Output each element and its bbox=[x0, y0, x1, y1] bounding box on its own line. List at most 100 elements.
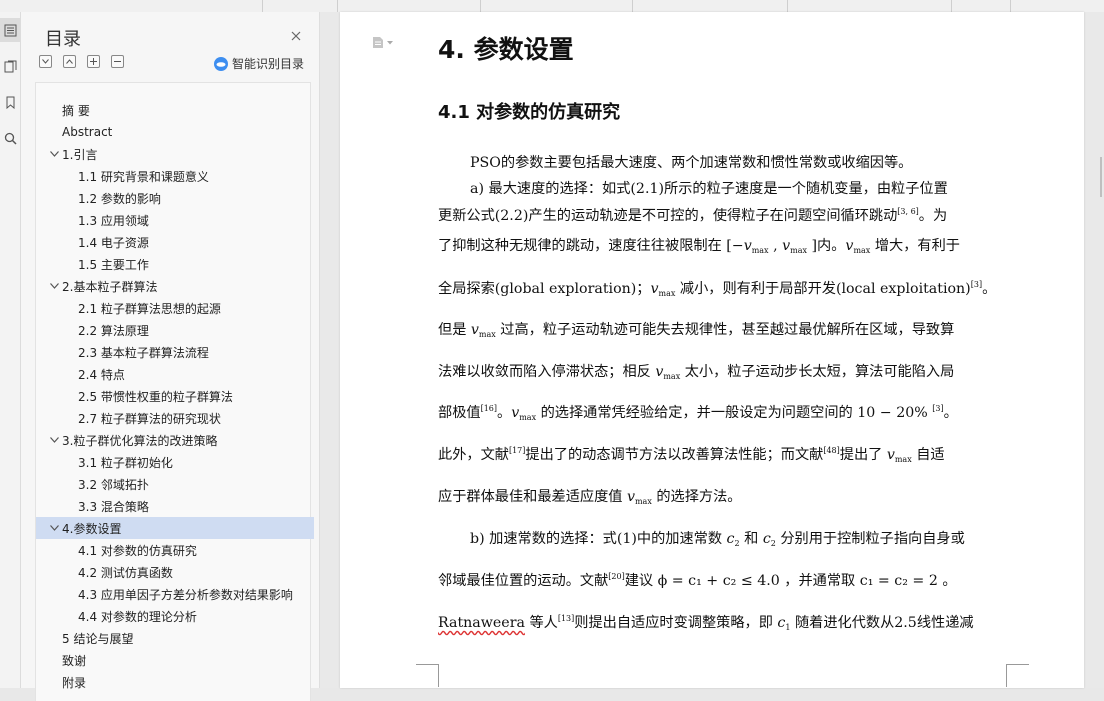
math-symbol: v bbox=[782, 238, 791, 254]
math-symbol: v bbox=[626, 489, 635, 505]
toc-view-icon[interactable] bbox=[0, 18, 20, 42]
text-run: 则提出自适应时变调整策略，即 bbox=[574, 615, 778, 631]
toc-item[interactable]: 1.4 电子资源 bbox=[36, 231, 344, 253]
close-icon[interactable] bbox=[289, 28, 303, 42]
body-line: 但是 vmax 过高，粒子运动轨迹可能失去规律性，甚至越过最优解所在区域，导致算 bbox=[438, 319, 1004, 339]
text-run: 应于群体最佳和最差适应度值 bbox=[438, 489, 627, 505]
toc-toolbar bbox=[39, 55, 124, 68]
toc-item-label: 摘 要 bbox=[62, 103, 90, 118]
math-variable: c1 bbox=[777, 615, 790, 632]
chevron-down-icon[interactable] bbox=[48, 522, 60, 534]
text-run: , bbox=[768, 238, 783, 254]
text-run: 等人 bbox=[524, 615, 558, 631]
math-symbol: v bbox=[470, 322, 479, 338]
text-run: 但是 bbox=[438, 322, 471, 338]
toc-item[interactable]: 附录 bbox=[36, 671, 328, 693]
toc-item-label: 4.4 对参数的理论分析 bbox=[78, 609, 197, 624]
text-run: 太小，粒子运动步长太短，算法可能陷入局 bbox=[680, 364, 955, 380]
math-subscript: max bbox=[663, 372, 681, 381]
smart-toc-button[interactable]: 智能识别目录 bbox=[214, 55, 304, 72]
pages-icon[interactable] bbox=[0, 54, 20, 78]
toc-item[interactable]: Abstract bbox=[36, 121, 328, 143]
toc-item-label: 5 结论与展望 bbox=[62, 631, 134, 646]
text-run: 的选择方法。 bbox=[651, 489, 742, 505]
citation: [48] bbox=[823, 446, 840, 455]
text-run: 的选择通常凭经验给定，并一般设定为问题空间的 10 − 20% bbox=[536, 405, 933, 421]
toc-item-label: 1.4 电子资源 bbox=[78, 235, 149, 250]
toc-item-label: 2.7 粒子群算法的研究现状 bbox=[78, 411, 221, 426]
cloud-icon bbox=[214, 56, 228, 71]
toc-item[interactable]: 2.3 基本粒子群算法流程 bbox=[36, 341, 344, 363]
math-subscript: max bbox=[519, 413, 537, 422]
remove-icon[interactable] bbox=[111, 55, 124, 68]
math-variable: vmax bbox=[782, 238, 807, 255]
math-variable: c2 bbox=[763, 531, 776, 548]
toc-item[interactable]: 2.5 带惯性权重的粒子群算法 bbox=[36, 385, 344, 407]
text-run: 提出了的动态调节方法以改善算法性能；而文献 bbox=[525, 447, 824, 463]
toc-item[interactable]: 1.引言 bbox=[36, 143, 314, 165]
toc-item-label: 2.5 带惯性权重的粒子群算法 bbox=[78, 389, 233, 404]
body-line: 邻域最佳位置的运动。文献[20]建议 ϕ = c₁ + c₂ ≤ 4.0 ，并通… bbox=[438, 570, 1004, 590]
body-line: b) 加速常数的选择：式(1)中的加速常数 c2 和 c2 分别用于控制粒子指向… bbox=[470, 528, 1036, 548]
toc-item[interactable]: 1.3 应用领域 bbox=[36, 209, 344, 231]
page-menu-icon[interactable] bbox=[372, 36, 393, 49]
text-run: 全局探索(global exploration)； bbox=[438, 281, 651, 297]
math-subscript: max bbox=[751, 246, 769, 255]
toc-item-label: 2.1 粒子群算法思想的起源 bbox=[78, 301, 221, 316]
text-run: 随着进化代数从2.5线性递减 bbox=[790, 615, 974, 631]
text-run: a) 最大速度的选择：如式(2.1)所示的粒子速度是一个随机变量，由粒子位置 bbox=[470, 181, 948, 197]
text-run: 法难以收敛而陷入停滞状态；相反 bbox=[438, 364, 656, 380]
toc-item-label: 3.2 邻域拓扑 bbox=[78, 477, 149, 492]
toc-item-label: 1.1 研究背景和课题意义 bbox=[78, 169, 209, 184]
toc-item[interactable]: 4.2 测试仿真函数 bbox=[36, 561, 344, 583]
body-line: 此外，文献[17]提出了的动态调节方法以改善算法性能；而文献[48]提出了 vm… bbox=[438, 444, 1004, 464]
toc-item[interactable]: 3.1 粒子群初始化 bbox=[36, 451, 344, 473]
heading-1: 4. 参数设置 bbox=[438, 35, 574, 64]
math-subscript: max bbox=[478, 330, 496, 339]
collapse-up-icon[interactable] bbox=[63, 55, 76, 68]
tool-rail bbox=[0, 12, 21, 688]
citation: [3, 6] bbox=[897, 207, 919, 216]
collapse-down-icon[interactable] bbox=[39, 55, 52, 68]
toc-item-label: 1.引言 bbox=[62, 147, 98, 162]
chevron-down-icon[interactable] bbox=[48, 434, 60, 446]
toc-item-label: 2.2 算法原理 bbox=[78, 323, 149, 338]
toc-item[interactable]: 3.2 邻域拓扑 bbox=[36, 473, 344, 495]
search-icon[interactable] bbox=[0, 126, 20, 150]
toc-item[interactable]: 5 结论与展望 bbox=[36, 627, 328, 649]
text-run: 分别用于控制粒子指向自身或 bbox=[775, 531, 965, 547]
add-icon[interactable] bbox=[87, 55, 100, 68]
text-run: 建议 ϕ = c₁ + c₂ ≤ 4.0 ，并通常取 c₁ = c₂ = 2 。 bbox=[624, 573, 957, 589]
heading-2: 4.1 对参数的仿真研究 bbox=[438, 102, 621, 123]
body-line: 应于群体最佳和最差适应度值 vmax 的选择方法。 bbox=[438, 486, 1004, 506]
chevron-down-icon[interactable] bbox=[48, 280, 60, 292]
toc-item-label: 4.2 测试仿真函数 bbox=[78, 565, 173, 580]
math-variable: vmax bbox=[655, 364, 681, 381]
toc-item[interactable]: 4.4 对参数的理论分析 bbox=[36, 605, 344, 627]
toc-item[interactable]: 2.1 粒子群算法思想的起源 bbox=[36, 297, 344, 319]
toc-item[interactable]: 1.1 研究背景和课题意义 bbox=[36, 165, 344, 187]
toc-item[interactable]: 3.3 混合策略 bbox=[36, 495, 344, 517]
text-run: 。 bbox=[982, 281, 997, 297]
scroll-marker bbox=[1100, 157, 1102, 197]
body-line: 法难以收敛而陷入停滞状态；相反 vmax 太小，粒子运动步长太短，算法可能陷入局 bbox=[438, 361, 1004, 381]
toc-item[interactable]: 4.参数设置 bbox=[36, 517, 314, 539]
body-line: 全局探索(global exploration)；vmax 减小，则有利于局部开… bbox=[438, 278, 1004, 298]
bookmark-icon[interactable] bbox=[0, 90, 20, 114]
toc-item[interactable]: 4.3 应用单因子方差分析参数对结果影响 bbox=[36, 583, 344, 605]
toc-item[interactable]: 2.4 特点 bbox=[36, 363, 344, 385]
toc-item[interactable]: 致谢 bbox=[36, 649, 328, 671]
chevron-down-icon[interactable] bbox=[48, 148, 60, 160]
math-symbol: v bbox=[743, 238, 752, 254]
toc-item[interactable]: 2.7 粒子群算法的研究现状 bbox=[36, 407, 344, 429]
text-run: PSO的参数主要包括最大速度、两个加速常数和惯性常数或收缩因等。 bbox=[470, 155, 913, 171]
toc-item[interactable]: 1.5 主要工作 bbox=[36, 253, 344, 275]
text-run: ]内。 bbox=[807, 238, 846, 254]
toc-item[interactable]: 4.1 对参数的仿真研究 bbox=[36, 539, 344, 561]
toc-item[interactable]: 2.基本粒子群算法 bbox=[36, 275, 314, 297]
toc-item[interactable]: 3.粒子群优化算法的改进策略 bbox=[36, 429, 314, 451]
toc-item[interactable]: 1.2 参数的影响 bbox=[36, 187, 344, 209]
toc-item[interactable]: 2.2 算法原理 bbox=[36, 319, 344, 341]
math-variable: c2 bbox=[727, 531, 740, 548]
toc-item[interactable]: 摘 要 bbox=[36, 99, 328, 121]
